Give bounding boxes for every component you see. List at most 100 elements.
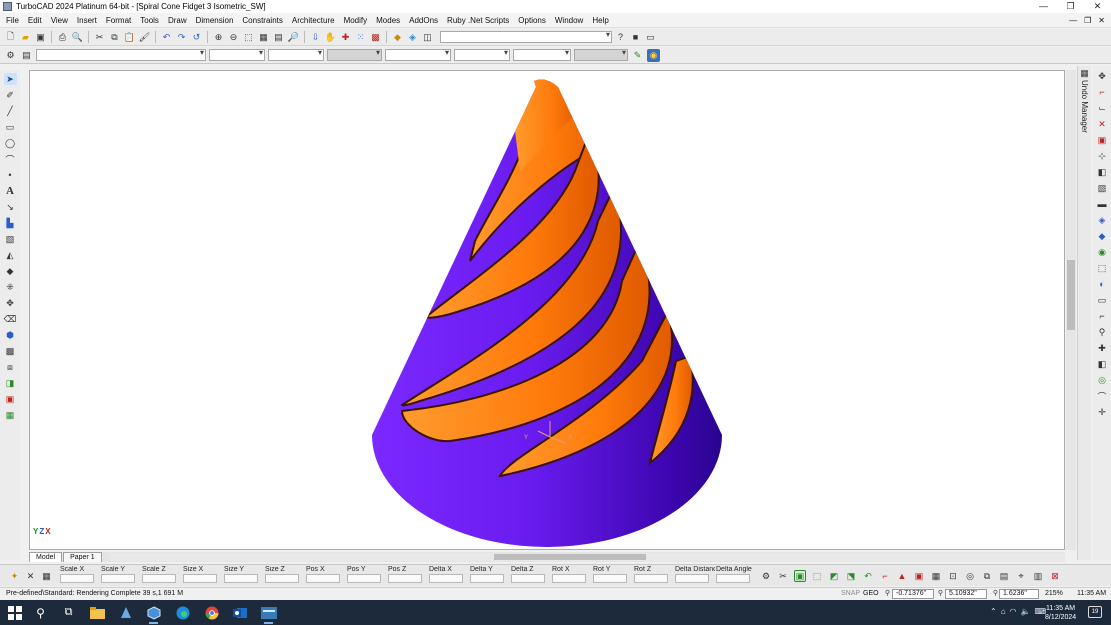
taskbar-clock[interactable]: 11:35 AM 8/12/2024	[1045, 604, 1076, 622]
thickness-dropdown[interactable]	[574, 48, 628, 61]
selector-icon[interactable]: ✚	[339, 31, 352, 44]
zoom-page-icon[interactable]: ▤	[272, 31, 285, 44]
menu-modes[interactable]: Modes	[376, 16, 400, 25]
app-icon-blue[interactable]	[117, 604, 134, 621]
pen-icon[interactable]: ✎	[631, 49, 644, 62]
menu-window[interactable]: Window	[555, 16, 583, 25]
horizontal-scroll-thumb[interactable]	[493, 554, 646, 560]
palette-icon[interactable]: ⬚	[1096, 262, 1108, 274]
snap-mode-icon[interactable]: ◎	[964, 570, 976, 582]
snap-tool-icon[interactable]: ▣	[1096, 134, 1108, 146]
tab-model[interactable]: Model	[29, 552, 63, 562]
new-file-icon[interactable]: 🗋	[4, 31, 17, 44]
coordinate-mode-icon[interactable]: ⚲	[936, 588, 945, 598]
menu-draw[interactable]: Draw	[168, 16, 187, 25]
snap-mode-icon[interactable]: ◩	[828, 570, 840, 582]
select-arrow-icon[interactable]: ➤	[3, 73, 17, 85]
pen-width-dropdown[interactable]	[327, 48, 382, 61]
zoom-previous-icon[interactable]: 🔎	[287, 31, 300, 44]
palette-icon[interactable]: ▭	[1096, 294, 1108, 306]
boolean-icon[interactable]: ⧈	[4, 361, 17, 373]
palette-icon[interactable]: ▬	[1096, 198, 1108, 210]
coordinate-y-field[interactable]: 5.10932"	[945, 589, 987, 599]
array-icon[interactable]: ⁜	[4, 281, 17, 293]
palette-icon[interactable]: ◐	[1096, 278, 1108, 290]
delta-y-input[interactable]	[470, 574, 504, 583]
workspace-icon[interactable]: ▭	[644, 31, 657, 44]
search-icon[interactable]: ⚲	[32, 604, 49, 621]
menu-format[interactable]: Format	[106, 16, 131, 25]
palette-icon[interactable]: ▧	[1096, 182, 1108, 194]
mesh-icon[interactable]: ▩	[4, 345, 17, 357]
delta-x-input[interactable]	[429, 574, 463, 583]
pattern-dropdown[interactable]	[454, 48, 510, 61]
snap-icon[interactable]: ▩	[369, 31, 382, 44]
text-icon[interactable]: A	[4, 185, 17, 197]
snap-mode-icon[interactable]: ⌖	[1015, 570, 1027, 582]
snap-mode-icon[interactable]: ▣	[913, 570, 925, 582]
snap-mode-icon[interactable]: ▦	[930, 570, 942, 582]
insert-icon[interactable]: ▙	[4, 217, 17, 229]
snap-tool-icon[interactable]: ⌙	[1096, 102, 1108, 114]
render-scene-icon[interactable]: ◈	[406, 31, 419, 44]
settings-gear-icon[interactable]: ⚙	[4, 49, 17, 62]
outlook-icon[interactable]	[231, 604, 248, 621]
edge-browser-icon[interactable]	[174, 604, 191, 621]
menu-tools[interactable]: Tools	[140, 16, 159, 25]
snap-mode-icon[interactable]: ▤	[998, 570, 1010, 582]
navigator-icon[interactable]: ✥	[1096, 70, 1108, 82]
snap-tool-icon[interactable]: ⌐	[1096, 86, 1108, 98]
layer-lock-icon[interactable]: ◉	[647, 48, 660, 62]
pen-color-dropdown[interactable]	[209, 48, 265, 61]
redraw-icon[interactable]: ⇩	[309, 31, 322, 44]
task-view-icon[interactable]: ⧉	[60, 604, 77, 621]
material-dropdown[interactable]	[513, 48, 571, 61]
print-preview-icon[interactable]: 🔍	[71, 31, 84, 44]
scale-x-input[interactable]	[60, 574, 94, 583]
snap-mode-icon[interactable]: ⬔	[845, 570, 857, 582]
undo-manager-panel[interactable]: ▦ Undo Manager	[1077, 66, 1091, 560]
snap-tool-icon[interactable]: ⊹	[1096, 150, 1108, 162]
snap-mode-icon[interactable]: ▲	[896, 570, 908, 582]
layers-icon[interactable]: ◧	[1096, 166, 1108, 178]
scale-z-input[interactable]	[142, 574, 176, 583]
pos-y-input[interactable]	[347, 574, 381, 583]
grid-icon[interactable]: ⁙	[354, 31, 367, 44]
undo-manager-icon[interactable]: ▦	[1079, 68, 1090, 78]
menu-ruby-net-scripts[interactable]: Ruby .Net Scripts	[447, 16, 509, 25]
snap-mode-icon[interactable]: ⬚	[811, 570, 823, 582]
paste-icon[interactable]: 📋	[123, 31, 136, 44]
windows-start-icon[interactable]	[6, 604, 23, 621]
local-menu-icon[interactable]: ⚙	[760, 570, 772, 582]
snap-mode-icon[interactable]: ↶	[862, 570, 874, 582]
doc-restore-button[interactable]: ❐	[1084, 16, 1091, 25]
snap-mode-icon[interactable]: ⊡	[947, 570, 959, 582]
palette-icon[interactable]: ✛	[1096, 406, 1108, 418]
palette-icon[interactable]: ◉	[1096, 246, 1108, 258]
toggle-panel-icon[interactable]: ■	[629, 31, 642, 44]
snap-indicator[interactable]: SNAP	[841, 590, 860, 597]
view-dropdown[interactable]	[440, 30, 612, 43]
3d-object-icon[interactable]: ⬢	[4, 329, 17, 341]
scale-y-input[interactable]	[101, 574, 135, 583]
volume-icon[interactable]: 🔈	[1021, 607, 1031, 616]
palette-icon[interactable]: ◧	[1096, 358, 1108, 370]
cut-icon[interactable]: ✂	[93, 31, 106, 44]
menu-dimension[interactable]: Dimension	[196, 16, 234, 25]
pos-z-input[interactable]	[388, 574, 422, 583]
render-icon[interactable]: ◆	[391, 31, 404, 44]
save-icon[interactable]: ▣	[34, 31, 47, 44]
menu-addons[interactable]: AddOns	[409, 16, 438, 25]
notifications-badge[interactable]: 19	[1088, 606, 1102, 618]
pen-style-dropdown[interactable]	[268, 48, 324, 61]
menu-constraints[interactable]: Constraints	[242, 16, 282, 25]
open-folder-icon[interactable]: ▰	[19, 31, 32, 44]
turbocad-app-icon[interactable]	[260, 604, 277, 624]
menu-file[interactable]: File	[6, 16, 19, 25]
coordinate-z-field[interactable]: 1.6236"	[999, 589, 1039, 599]
file-explorer-icon[interactable]	[89, 604, 106, 621]
snap-mode-icon[interactable]: ▥	[1032, 570, 1044, 582]
tray-overflow-icon[interactable]: ⌃	[990, 607, 997, 616]
rot-y-input[interactable]	[593, 574, 627, 583]
zoom-in-icon[interactable]: ⊕	[212, 31, 225, 44]
